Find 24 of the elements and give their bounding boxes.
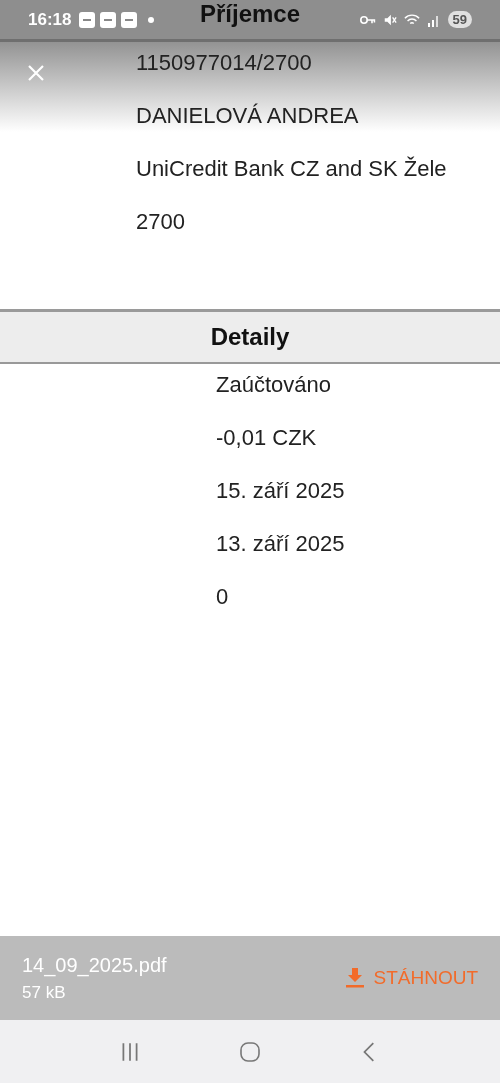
section-header: Detaily <box>0 312 500 364</box>
detail-text: 13. září 2025 <box>216 531 346 557</box>
download-icon <box>345 968 364 988</box>
page-title: Příjemce <box>199 0 301 28</box>
battery-level: 59 <box>447 11 472 28</box>
home-icon[interactable] <box>239 1040 261 1063</box>
download-button[interactable]: STÁHNOUT <box>345 963 478 993</box>
detail-text: 15. září 2025 <box>216 478 346 504</box>
recipient-text: 2700 <box>136 209 186 235</box>
close-icon <box>26 63 46 83</box>
status-time: 16:18 <box>28 9 72 30</box>
dot-icon <box>148 16 155 23</box>
file-size: 57 kB <box>22 982 67 1003</box>
wifi-icon <box>403 12 420 27</box>
file-name: 14_09_2025.pdf <box>22 953 167 977</box>
notification-icon <box>79 11 96 28</box>
recipient-text: 1150977014/2700 <box>136 50 313 76</box>
recipient-text: DANIELOVÁ ANDREA <box>136 103 360 129</box>
recipient-text: UniCredit Bank CZ and SK Žele <box>136 156 447 182</box>
detail-text: -0,01 CZK <box>216 425 318 451</box>
detail-text: 0 <box>216 584 230 610</box>
notification-icon <box>100 11 117 28</box>
notification-icon <box>121 11 138 28</box>
detail-text: Zaúčtováno <box>216 372 332 398</box>
